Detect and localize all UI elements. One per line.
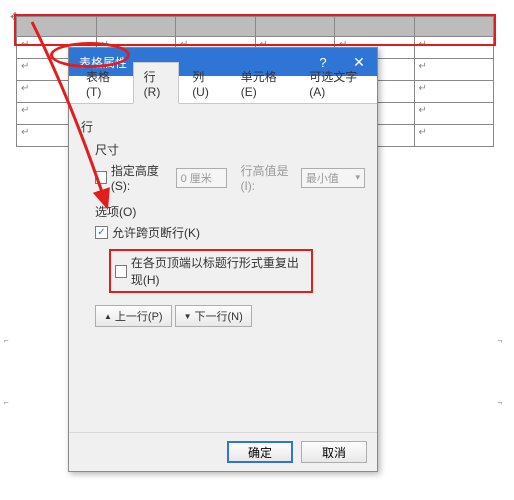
size-label: 尺寸 xyxy=(95,141,365,158)
annotation-repeat-header-highlight: 在各页顶端以标题行形式重复出现(H) xyxy=(109,249,313,293)
allow-break-label: 允许跨页断行(K) xyxy=(112,224,200,241)
tab-alt-text[interactable]: 可选文字(A) xyxy=(298,62,375,103)
ok-button[interactable]: 确定 xyxy=(227,441,293,463)
specify-height-label: 指定高度(S): xyxy=(111,162,172,193)
tab-strip: 表格(T) 行(R) 列(U) 单元格(E) 可选文字(A) xyxy=(69,76,377,104)
dialog-footer: 确定 取消 xyxy=(69,432,377,471)
tab-row[interactable]: 行(R) xyxy=(133,62,180,104)
row-section-label: 行 xyxy=(81,118,365,135)
height-spinner[interactable]: 0 厘米 xyxy=(176,168,227,188)
repeat-header-checkbox[interactable] xyxy=(115,265,127,278)
table-properties-dialog: 表格属性 ? ✕ 表格(T) 行(R) 列(U) 单元格(E) 可选文字(A) … xyxy=(68,47,378,472)
repeat-header-label: 在各页顶端以标题行形式重复出现(H) xyxy=(131,254,307,288)
prev-row-button[interactable]: ▲上一行(P) xyxy=(95,305,172,327)
table-cell[interactable] xyxy=(17,17,97,37)
dialog-content: 行 尺寸 指定高度(S): 0 厘米 行高值是(I): 最小值 选项(O) ✓ … xyxy=(69,104,377,432)
tab-table[interactable]: 表格(T) xyxy=(75,62,131,103)
page-corner: ¬ xyxy=(497,336,502,345)
page-corner: ⌐ xyxy=(4,336,9,345)
allow-break-checkbox[interactable]: ✓ xyxy=(95,226,108,239)
cancel-button[interactable]: 取消 xyxy=(301,441,367,463)
up-triangle-icon: ▲ xyxy=(104,312,112,321)
page-corner: ⌐ xyxy=(4,398,9,407)
tab-column[interactable]: 列(U) xyxy=(181,62,228,103)
options-label: 选项(O) xyxy=(95,203,365,220)
down-triangle-icon: ▼ xyxy=(184,312,192,321)
next-row-button[interactable]: ▼下一行(N) xyxy=(175,305,252,327)
page-corner: ¬ xyxy=(497,398,502,407)
tab-cell[interactable]: 单元格(E) xyxy=(230,62,297,103)
row-height-mode-dropdown[interactable]: 最小值 xyxy=(301,168,365,188)
specify-height-checkbox[interactable] xyxy=(95,171,107,184)
row-height-is-label: 行高值是(I): xyxy=(240,162,296,193)
